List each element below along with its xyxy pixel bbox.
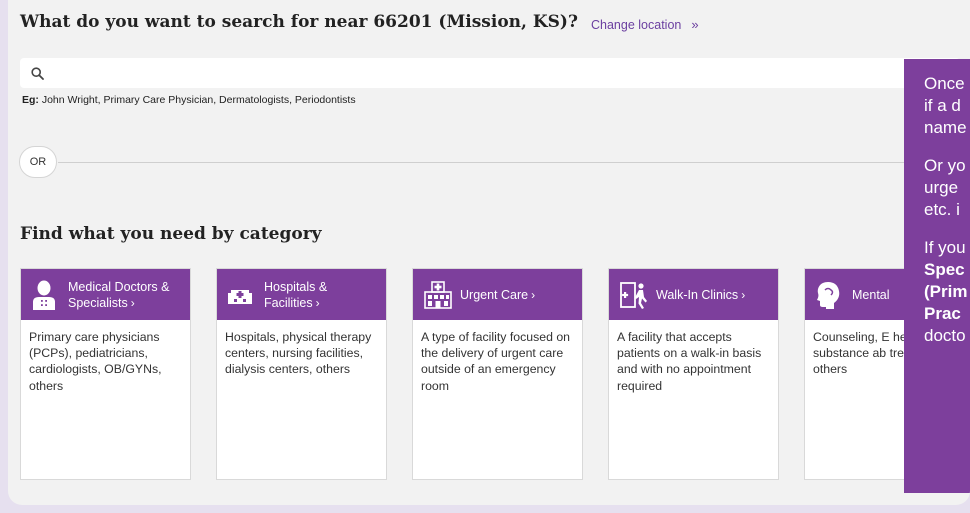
category-card-header[interactable]: Hospitals & Facilities › bbox=[217, 269, 386, 320]
category-card-hospitals[interactable]: Hospitals & Facilities › Hospitals, physi… bbox=[216, 268, 387, 480]
chevron-right-icon: › bbox=[315, 295, 320, 310]
category-card-header[interactable]: Walk-In Clinics › bbox=[609, 269, 778, 320]
chevron-right-icon: › bbox=[531, 287, 536, 302]
or-divider-badge: OR bbox=[19, 146, 57, 178]
change-location-label: Change location bbox=[591, 18, 682, 32]
category-description: A facility that accepts patients on a wa… bbox=[617, 330, 762, 393]
category-description: Primary care physicians (PCPs), pediatri… bbox=[29, 330, 162, 393]
hospital-icon bbox=[227, 280, 253, 310]
category-description: A type of facility focused on the delive… bbox=[421, 330, 571, 393]
tutorial-overlay-text: Once if a d name Or yo urge etc. i If yo… bbox=[924, 73, 970, 363]
or-divider-line bbox=[58, 162, 948, 163]
category-description: Hospitals, physical therapy centers, nur… bbox=[225, 330, 372, 377]
urgent-care-icon bbox=[423, 280, 452, 310]
search-question-heading: What do you want to search for near 6620… bbox=[20, 12, 578, 32]
example-text: John Wright, Primary Care Physician, Der… bbox=[41, 94, 356, 106]
chevron-right-icon: › bbox=[130, 295, 135, 310]
category-label: Hospitals & Facilities › bbox=[264, 279, 328, 310]
category-card-urgent-care[interactable]: Urgent Care › A type of facility focused … bbox=[412, 268, 583, 480]
overlay-paragraph: If you Spec (Prim Prac docto bbox=[924, 238, 968, 345]
category-card-header[interactable]: Medical Doctors & Specialists › bbox=[21, 269, 190, 320]
overlay-paragraph: Once if a d name bbox=[924, 74, 967, 137]
page: What do you want to search for near 6620… bbox=[8, 0, 970, 505]
search-box[interactable] bbox=[20, 58, 960, 88]
search-icon bbox=[31, 65, 44, 84]
walk-in-icon bbox=[619, 280, 647, 310]
tutorial-overlay-panel: Once if a d name Or yo urge etc. i If yo… bbox=[904, 59, 970, 493]
category-card-medical-doctors[interactable]: Medical Doctors & Specialists › Primary c… bbox=[20, 268, 191, 480]
search-example-hint: Eg: John Wright, Primary Care Physician,… bbox=[22, 94, 356, 106]
change-location-link[interactable]: Change location » bbox=[591, 17, 699, 32]
doctor-icon bbox=[31, 280, 57, 310]
category-card-walk-in-clinics[interactable]: Walk-In Clinics › A facility that accepts… bbox=[608, 268, 779, 480]
search-input[interactable] bbox=[54, 58, 934, 88]
example-label: Eg: bbox=[22, 94, 39, 106]
mental-health-icon bbox=[815, 280, 841, 310]
category-label: Walk-In Clinics › bbox=[656, 287, 746, 302]
category-card-header[interactable]: Urgent Care › bbox=[413, 269, 582, 320]
category-label: Medical Doctors & Specialists › bbox=[68, 279, 170, 310]
double-chevron-right-icon: » bbox=[691, 17, 699, 32]
chevron-right-icon: › bbox=[741, 287, 746, 302]
category-heading: Find what you need by category bbox=[20, 224, 322, 244]
category-label: Urgent Care › bbox=[460, 287, 536, 302]
overlay-paragraph: Or yo urge etc. i bbox=[924, 156, 966, 219]
